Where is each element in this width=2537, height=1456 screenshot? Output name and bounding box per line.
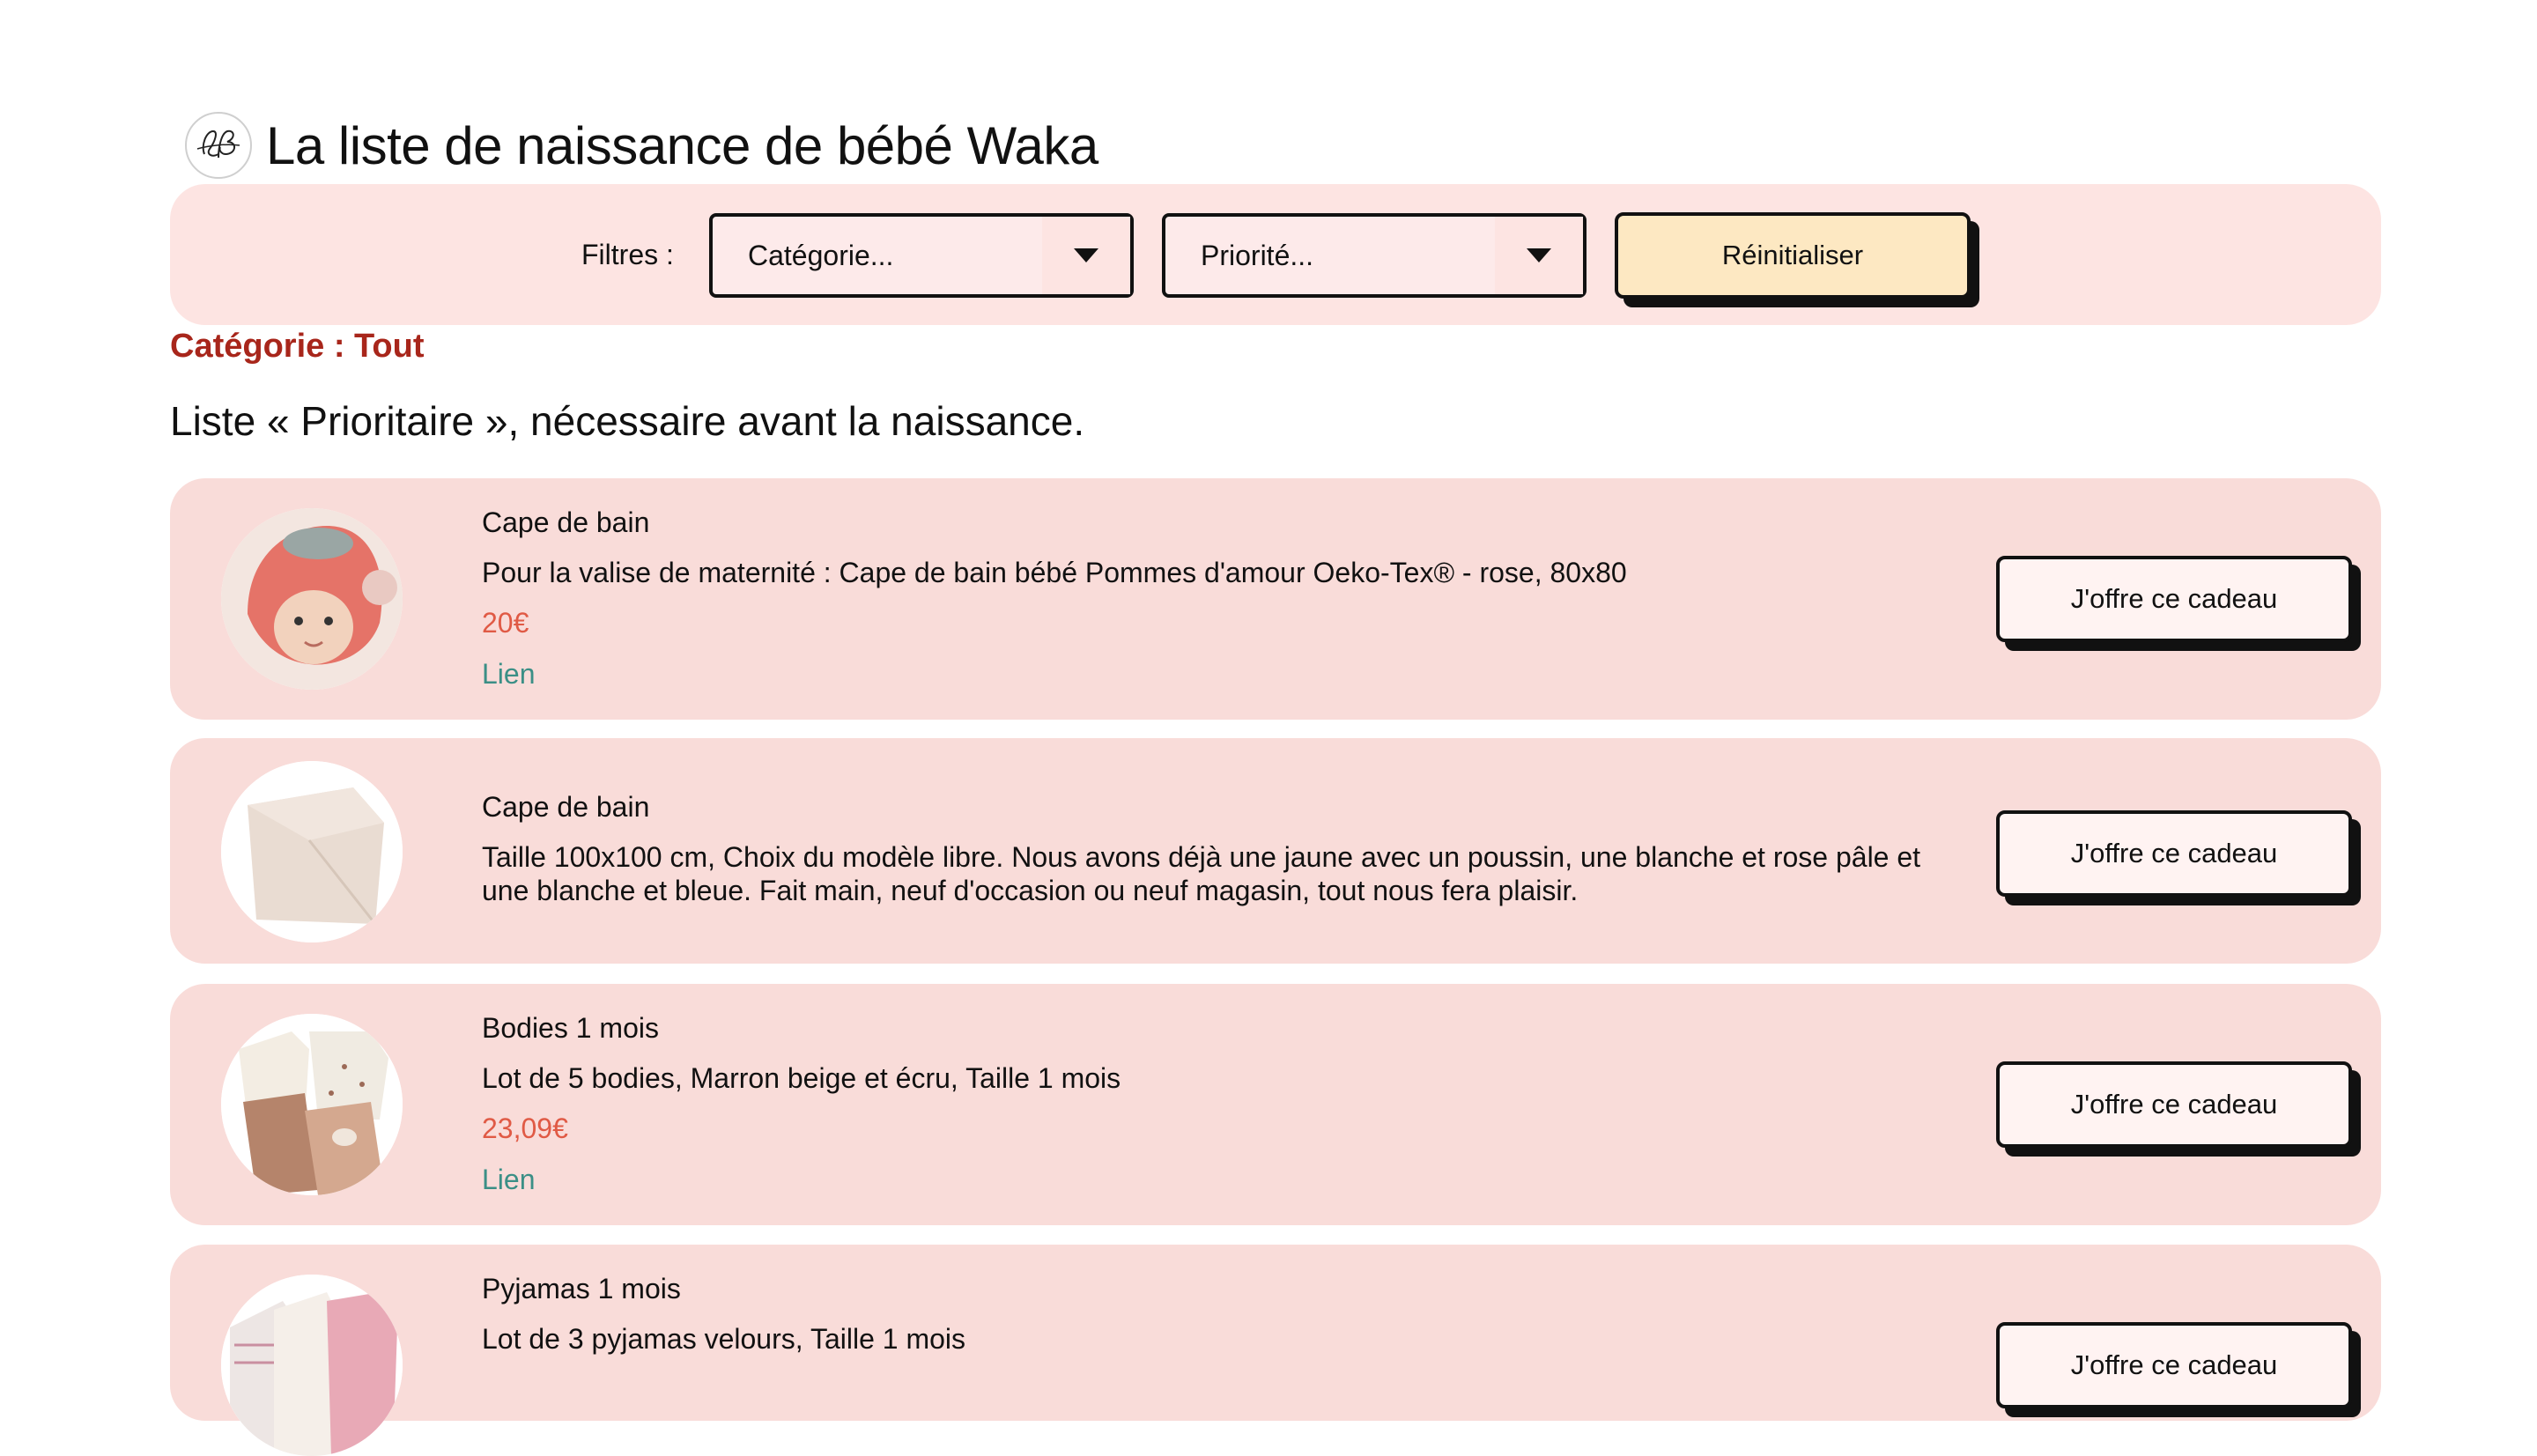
item-name: Cape de bain xyxy=(482,791,650,823)
category-select-value: Catégorie... xyxy=(748,239,894,271)
product-image xyxy=(221,508,403,690)
item-info: Pyjamas 1 mois Lot de 3 pyjamas velours,… xyxy=(482,1271,1891,1356)
item-description: Taille 100x100 cm, Choix du modèle libre… xyxy=(482,841,1921,906)
priority-select[interactable]: Priorité... xyxy=(1162,213,1587,298)
list-item: Pyjamas 1 mois Lot de 3 pyjamas velours,… xyxy=(170,1245,2381,1456)
category-heading: Catégorie : Tout xyxy=(170,328,425,365)
priority-select-value: Priorité... xyxy=(1201,239,1314,271)
filter-bar: Filtres : Catégorie... Priorité... Réini… xyxy=(170,184,2381,325)
lb-monogram-logo-icon xyxy=(185,112,252,179)
product-image xyxy=(221,1014,403,1195)
offer-gift-button[interactable]: J'offre ce cadeau xyxy=(1996,1061,2352,1148)
item-info: Bodies 1 mois Lot de 5 bodies, Marron be… xyxy=(482,1010,1891,1197)
offer-gift-button[interactable]: J'offre ce cadeau xyxy=(1996,1322,2352,1408)
list-item: Cape de bain Taille 100x100 cm, Choix du… xyxy=(170,738,2381,964)
reset-button[interactable]: Réinitialiser xyxy=(1615,212,1971,299)
item-name: Pyjamas 1 mois xyxy=(482,1273,681,1304)
item-description: Pour la valise de maternité : Cape de ba… xyxy=(482,557,1627,588)
offer-gift-button[interactable]: J'offre ce cadeau xyxy=(1996,810,2352,897)
section-heading: Liste « Prioritaire », nécessaire avant … xyxy=(170,398,1085,444)
item-price: 20€ xyxy=(482,607,529,639)
header: La liste de naissance de bébé Waka xyxy=(185,110,1098,181)
item-info: Cape de bain Pour la valise de maternité… xyxy=(482,505,1891,691)
item-link[interactable]: Lien xyxy=(482,656,1891,691)
offer-gift-button[interactable]: J'offre ce cadeau xyxy=(1996,556,2352,642)
item-description: Lot de 5 bodies, Marron beige et écru, T… xyxy=(482,1062,1121,1094)
item-name: Cape de bain xyxy=(482,506,650,538)
item-price: 23,09€ xyxy=(482,1112,568,1144)
product-image xyxy=(221,1275,403,1456)
category-select[interactable]: Catégorie... xyxy=(709,213,1134,298)
chevron-down-icon xyxy=(1495,217,1583,294)
chevron-down-icon xyxy=(1042,217,1130,294)
list-item: Cape de bain Pour la valise de maternité… xyxy=(170,478,2381,720)
item-link[interactable]: Lien xyxy=(482,1162,1891,1197)
page-title: La liste de naissance de bébé Waka xyxy=(266,115,1098,175)
list-item: Bodies 1 mois Lot de 5 bodies, Marron be… xyxy=(170,984,2381,1225)
item-name: Bodies 1 mois xyxy=(482,1012,659,1044)
filters-label: Filtres : xyxy=(581,238,674,270)
product-image xyxy=(221,761,403,942)
item-info: Cape de bain Taille 100x100 cm, Choix du… xyxy=(482,789,1927,907)
item-description: Lot de 3 pyjamas velours, Taille 1 mois xyxy=(482,1323,966,1355)
